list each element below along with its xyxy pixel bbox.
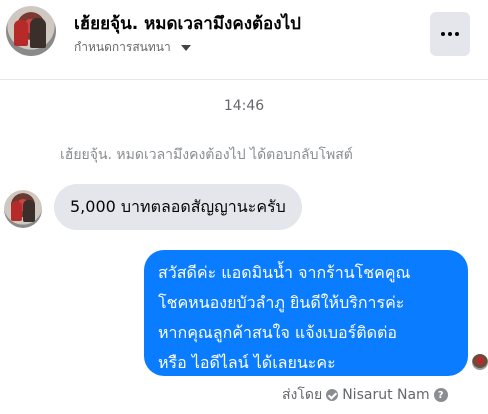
- conversation-settings-label: กำหนดการสนทนา: [74, 40, 171, 54]
- sender-name[interactable]: Nisarut Nam: [342, 387, 430, 403]
- sent-by-info: ส่งโดย Nisarut Nam ?: [282, 384, 448, 406]
- more-horizontal-icon: [455, 32, 459, 36]
- more-options-button[interactable]: [430, 12, 470, 56]
- help-icon[interactable]: ?: [433, 388, 448, 402]
- message-line: หากคุณลูกค้าสนใจ แจ้งเบอร์ติดต่อ: [158, 323, 398, 342]
- avatar-figure: [11, 201, 22, 221]
- outgoing-message-bubble[interactable]: สวัสดีค่ะ แอดมินน้ำ จากร้านโชคคูณ โชคหนอ…: [144, 250, 468, 376]
- message-line: โชคหนองยบัวลำภู ยินดีให้บริการค่ะ: [158, 293, 405, 312]
- more-horizontal-icon: [448, 32, 452, 36]
- sent-by-label: ส่งโดย: [282, 387, 323, 403]
- more-horizontal-icon: [441, 32, 445, 36]
- conversation-header: เฮ้ยยจุ้น. หมดเวลามึงคงต้องไป กำหนดการสน…: [0, 0, 488, 80]
- chevron-down-icon: [180, 44, 191, 51]
- conversation-title[interactable]: เฮ้ยยจุ้น. หมดเวลามึงคงต้องไป: [74, 10, 301, 37]
- avatar-figure: [23, 200, 35, 222]
- avatar-figure: [30, 18, 46, 48]
- avatar[interactable]: [6, 6, 56, 56]
- avatar-figure: [14, 20, 28, 46]
- check-circle-icon: [326, 389, 339, 401]
- conversation-settings[interactable]: กำหนดการสนทนา: [74, 38, 191, 57]
- incoming-message-bubble[interactable]: 5,000 บาทตลอดสัญญานะครับ: [54, 184, 302, 230]
- message-line: หรือ ไอดีไลน์ ได้เลยนะคะ: [158, 353, 336, 372]
- message-line: สวัสดีค่ะ แอดมินน้ำ จากร้านโชคคูณ: [158, 263, 411, 282]
- reply-notice: เฮ้ยยจุ้น. หมดเวลามึงคงต้องไป ได้ตอบกลับ…: [60, 147, 353, 163]
- sender-avatar[interactable]: [4, 190, 42, 228]
- message-timestamp: 14:46: [223, 98, 265, 114]
- seen-receipt-avatar: [472, 354, 488, 370]
